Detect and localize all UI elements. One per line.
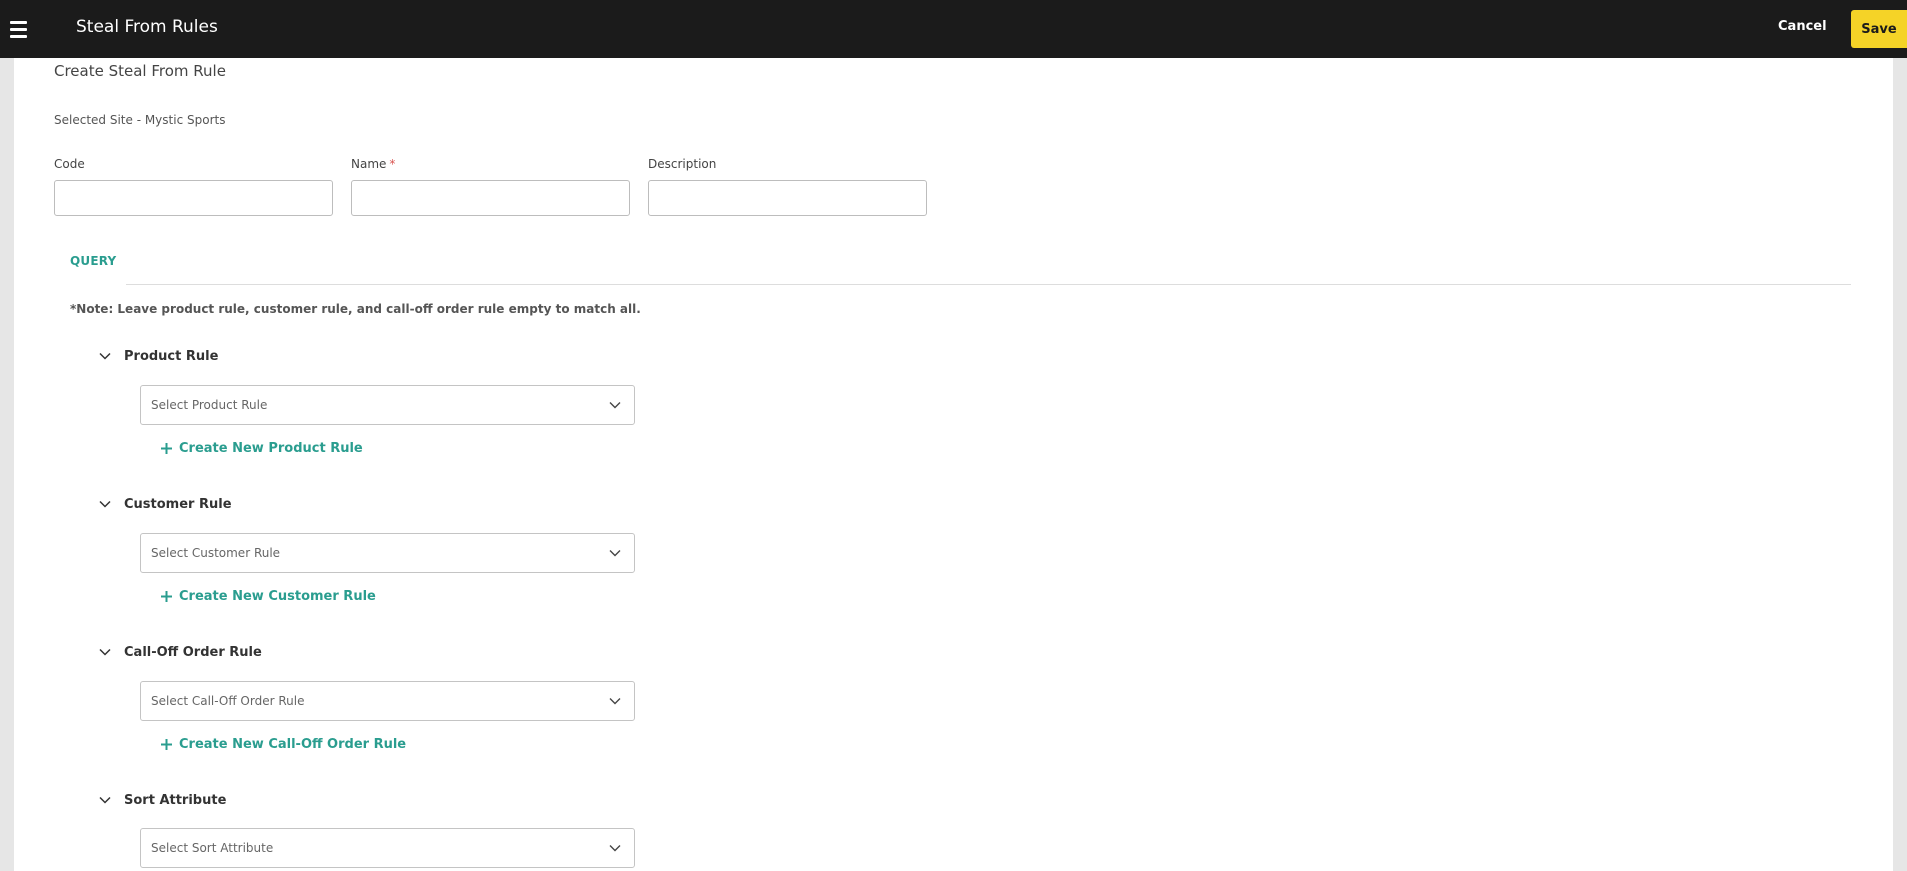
create-customer-rule-link[interactable]: Create New Customer Rule [160, 589, 376, 604]
sort-attribute-placeholder: Select Sort Attribute [151, 841, 274, 855]
chevron-down-icon [99, 648, 111, 656]
save-button[interactable]: Save [1851, 10, 1907, 48]
code-label: Code [54, 157, 85, 171]
call-off-order-rule-placeholder: Select Call-Off Order Rule [151, 694, 305, 708]
plus-icon [161, 591, 172, 602]
hamburger-menu-icon[interactable] [10, 17, 32, 41]
page-scrollbar[interactable] [1893, 58, 1907, 871]
name-input[interactable] [351, 180, 630, 216]
sort-attribute-title: Sort Attribute [124, 792, 227, 808]
chevron-down-icon [609, 845, 621, 852]
selected-site-label: Selected Site - Mystic Sports [54, 113, 226, 127]
create-product-rule-label: Create New Product Rule [179, 441, 363, 456]
create-customer-rule-label: Create New Customer Rule [179, 589, 376, 604]
chevron-down-icon [609, 402, 621, 409]
call-off-order-rule-toggle[interactable]: Call-Off Order Rule [98, 642, 262, 662]
chevron-down-icon [99, 796, 111, 804]
section-divider [126, 284, 1851, 285]
call-off-order-rule-title: Call-Off Order Rule [124, 644, 262, 660]
product-rule-toggle[interactable]: Product Rule [98, 346, 218, 366]
customer-rule-placeholder: Select Customer Rule [151, 546, 281, 560]
code-input[interactable] [54, 180, 333, 216]
customer-rule-toggle[interactable]: Customer Rule [98, 494, 232, 514]
plus-icon [161, 443, 172, 454]
sort-attribute-select[interactable]: Select Sort Attribute [140, 828, 635, 868]
customer-rule-select[interactable]: Select Customer Rule [140, 533, 635, 573]
name-label: Name * [351, 157, 395, 171]
query-heading: QUERY [70, 254, 117, 268]
page-title: Create Steal From Rule [54, 62, 226, 80]
create-call-off-order-rule-label: Create New Call-Off Order Rule [179, 737, 407, 752]
required-mark: * [389, 157, 396, 171]
sort-attribute-toggle[interactable]: Sort Attribute [98, 790, 226, 810]
form-card: Create Steal From Rule Selected Site - M… [14, 58, 1893, 871]
top-bar: Steal From Rules Cancel Save [0, 0, 1907, 58]
customer-rule-title: Customer Rule [124, 496, 232, 512]
product-rule-title: Product Rule [124, 348, 219, 364]
cancel-button[interactable]: Cancel [1778, 19, 1827, 34]
chevron-down-icon [609, 698, 621, 705]
chevron-down-icon [609, 550, 621, 557]
name-label-text: Name [351, 157, 387, 171]
call-off-order-rule-select[interactable]: Select Call-Off Order Rule [140, 681, 635, 721]
product-rule-select[interactable]: Select Product Rule [140, 385, 635, 425]
description-input[interactable] [648, 180, 927, 216]
product-rule-placeholder: Select Product Rule [151, 398, 268, 412]
chevron-down-icon [99, 500, 111, 508]
query-note: *Note: Leave product rule, customer rule… [70, 302, 641, 316]
chevron-down-icon [99, 352, 111, 360]
create-call-off-order-rule-link[interactable]: Create New Call-Off Order Rule [160, 737, 406, 752]
plus-icon [161, 739, 172, 750]
description-label: Description [648, 157, 717, 171]
create-product-rule-link[interactable]: Create New Product Rule [160, 441, 363, 456]
app-title: Steal From Rules [76, 17, 218, 37]
